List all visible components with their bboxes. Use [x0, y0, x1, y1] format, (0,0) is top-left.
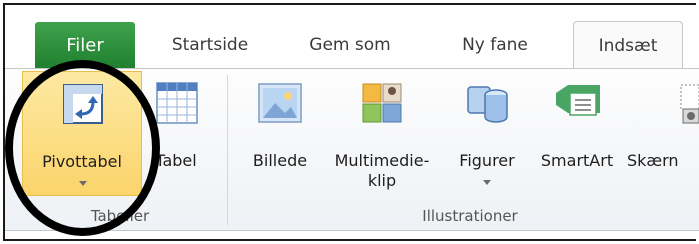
smartart-icon	[556, 85, 600, 116]
screenshot-button[interactable]: Skærn	[625, 71, 699, 196]
annotation-circle	[5, 60, 160, 236]
tab-save-as[interactable]: Gem som	[290, 21, 410, 68]
group-label-illustrations: Illustrationer	[422, 207, 518, 225]
tab-new-tab[interactable]: Ny fane	[435, 21, 555, 68]
smartart-label: SmartArt	[540, 151, 614, 170]
tab-home[interactable]: Startside	[155, 21, 265, 68]
clip-art-button[interactable]: Multimedie- klip	[323, 71, 441, 196]
ribbon-tab-bar: Filer Startside Gem som Ny fane Indsæt	[5, 5, 699, 69]
application-window: Filer Startside Gem som Ny fane Indsæt P…	[0, 0, 699, 244]
picture-label: Billede	[252, 151, 308, 170]
shapes-button[interactable]: Figurer	[448, 71, 526, 196]
shapes-dropdown-arrow	[483, 180, 491, 185]
picture-icon	[258, 83, 302, 123]
clip-art-label-line1: Multimedie-	[334, 151, 430, 170]
picture-button[interactable]: Billede	[245, 71, 315, 196]
shapes-icon	[467, 86, 508, 123]
tab-insert[interactable]: Indsæt	[573, 21, 683, 69]
clip-art-label-line2: klip	[367, 171, 397, 190]
smartart-button[interactable]: SmartArt	[532, 71, 622, 196]
group-separator	[227, 75, 228, 225]
screenshot-icon	[680, 84, 699, 124]
screenshot-label: Skærn	[627, 151, 679, 170]
shapes-label: Figurer	[459, 151, 515, 170]
table-icon	[156, 82, 198, 124]
clip-art-icon	[362, 83, 402, 123]
